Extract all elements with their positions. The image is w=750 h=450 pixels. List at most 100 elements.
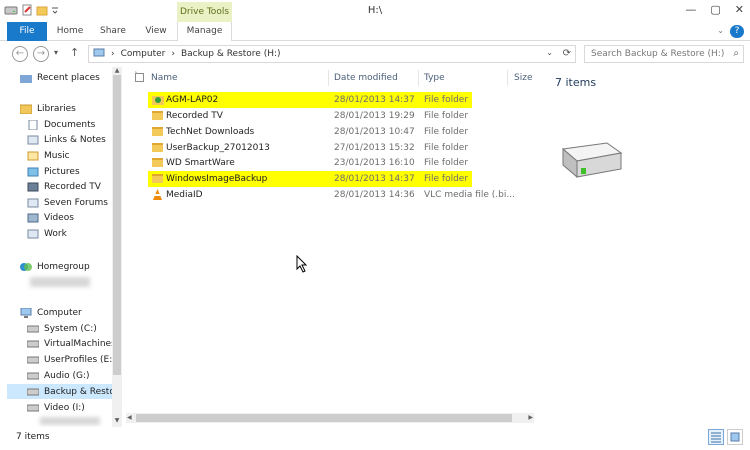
minimize-button[interactable]: — [685, 3, 696, 16]
column-date-modified[interactable]: Date modified [334, 73, 398, 83]
folder-icon [152, 127, 163, 136]
nav-item-work[interactable]: Work [27, 226, 122, 241]
column-divider[interactable] [507, 70, 508, 86]
scroll-right-icon[interactable]: ▶ [528, 414, 533, 421]
large-icons-view-button[interactable] [727, 429, 743, 445]
nav-item-video-i[interactable]: Video (I:) [26, 400, 122, 415]
nav-item-backup-restore[interactable]: Backup & Restor [7, 384, 119, 399]
nav-item-pictures[interactable]: Pictures [27, 164, 122, 179]
scrollbar-thumb[interactable] [113, 75, 121, 375]
file-date: 28/01/2013 14:37 [334, 174, 415, 184]
nav-item-label: Videos [44, 212, 74, 223]
nav-item-libraries[interactable]: Libraries [19, 101, 122, 116]
address-bar[interactable]: › Computer › Backup & Restore (H:) ⌄ ⟳ [88, 45, 576, 63]
nav-item-label: System (C:) [44, 323, 97, 334]
computer-icon [93, 48, 105, 61]
scroll-down-icon[interactable]: ▼ [112, 417, 122, 424]
blurred-item [40, 417, 100, 425]
folder-icon [152, 158, 163, 167]
nav-item-system-c[interactable]: System (C:) [26, 321, 122, 336]
refresh-icon[interactable]: ⟳ [563, 48, 571, 59]
blurred-user [30, 277, 90, 287]
back-button[interactable]: ← [12, 46, 28, 62]
file-date: 28/01/2013 19:29 [334, 111, 415, 121]
nav-item-userprofiles-e[interactable]: UserProfiles (E:) [26, 352, 122, 367]
horizontal-scrollbar[interactable]: ◀ ▶ [126, 413, 534, 423]
nav-item-music[interactable]: Music [27, 148, 122, 163]
nav-item-videos[interactable]: Videos [27, 210, 122, 225]
forward-button[interactable]: → [33, 46, 49, 62]
window-title: H:\ [367, 5, 383, 16]
file-date: 28/01/2013 14:37 [334, 95, 415, 105]
nav-item-label: Recorded TV [44, 181, 101, 192]
nav-item-computer[interactable]: Computer [20, 305, 122, 320]
table-row[interactable]: WD SmartWare 23/01/2013 16:10 File folde… [148, 155, 472, 171]
nav-item-recent-places[interactable]: Recent places [20, 70, 122, 85]
drive-icon [26, 371, 40, 381]
mouse-cursor-icon [296, 254, 308, 276]
navigation-bar: ← → ▾ ↑ › Computer › Backup & Restore (H… [0, 42, 750, 66]
pictures-icon [27, 167, 39, 177]
search-icon[interactable]: ⌕ [733, 46, 739, 62]
nav-item-label: Libraries [37, 103, 76, 114]
table-row[interactable]: Recorded TV 28/01/2013 19:29 File folder [148, 108, 472, 124]
nav-item-recorded-tv[interactable]: Recorded TV [27, 179, 122, 194]
recorded-tv-icon [27, 182, 39, 192]
column-divider[interactable] [328, 70, 329, 86]
address-dropdown-icon[interactable]: ⌄ [546, 48, 553, 57]
backup-folder-icon [152, 94, 164, 109]
close-button[interactable]: ✕ [735, 3, 744, 16]
tab-manage[interactable]: Manage [177, 22, 232, 41]
scrollbar-thumb[interactable] [136, 414, 512, 422]
up-button[interactable]: ↑ [70, 46, 79, 59]
nav-item-documents[interactable]: Documents [27, 117, 122, 132]
scroll-left-icon[interactable]: ◀ [127, 414, 132, 421]
column-type[interactable]: Type [424, 73, 445, 83]
file-type: File folder [424, 174, 469, 184]
nav-item-links-notes[interactable]: Links & Notes [27, 132, 122, 147]
library-icon [27, 135, 39, 145]
nav-pane-scrollbar[interactable]: ▲ ▼ [112, 67, 122, 427]
computer-icon [20, 307, 32, 318]
details-view-button[interactable] [708, 429, 724, 445]
drive-icon [26, 403, 40, 413]
breadcrumb-separator: › [171, 49, 175, 59]
file-name: UserBackup_27012013 [166, 143, 270, 153]
column-divider[interactable] [418, 70, 419, 86]
drive-icon [26, 355, 40, 365]
search-input[interactable]: Search Backup & Restore (H:) ⌕ [584, 45, 744, 63]
nav-item-virtualmachines[interactable]: VirtualMachines [26, 336, 122, 351]
expand-ribbon-icon[interactable]: ⌄ [717, 26, 724, 35]
nav-item-audio-g[interactable]: Audio (G:) [26, 368, 122, 383]
file-type: File folder [424, 95, 469, 105]
nav-item-homegroup[interactable]: Homegroup [20, 259, 122, 274]
table-row[interactable]: AGM-LAP02 28/01/2013 14:37 File folder [148, 92, 472, 108]
status-item-count: 7 items [16, 432, 50, 442]
table-row[interactable]: UserBackup_27012013 27/01/2013 15:32 Fil… [148, 140, 472, 156]
breadcrumb-computer[interactable]: Computer [121, 49, 166, 59]
folder-icon [152, 174, 163, 183]
column-name[interactable]: Name [151, 73, 178, 83]
scroll-up-icon[interactable]: ▲ [112, 67, 122, 74]
folder-icon [152, 143, 163, 152]
maximize-button[interactable]: ▢ [710, 3, 720, 16]
library-icon [27, 198, 39, 208]
column-size[interactable]: Size [514, 73, 532, 83]
nav-item-seven-forums[interactable]: Seven Forums [27, 195, 122, 210]
select-all-checkbox[interactable] [135, 73, 144, 82]
table-row[interactable]: TechNet Downloads 28/01/2013 10:47 File … [148, 124, 472, 140]
tab-file[interactable]: File [7, 22, 47, 41]
nav-item-label: Audio (G:) [44, 370, 90, 381]
table-row[interactable]: WindowsImageBackup 28/01/2013 14:37 File… [148, 171, 472, 187]
help-button[interactable]: ? [730, 25, 744, 38]
breadcrumb-backup-restore[interactable]: Backup & Restore (H:) [181, 49, 281, 59]
tab-share[interactable]: Share [98, 22, 128, 41]
file-name: WindowsImageBackup [166, 174, 268, 184]
documents-icon [27, 119, 39, 130]
tab-home[interactable]: Home [55, 22, 85, 41]
search-placeholder: Search Backup & Restore (H:) [591, 49, 725, 59]
nav-item-label: Homegroup [37, 261, 90, 272]
recent-locations-button[interactable]: ▾ [54, 48, 58, 57]
table-row[interactable]: MediaID 28/01/2013 14:36 VLC media file … [148, 187, 515, 203]
tab-view[interactable]: View [142, 22, 170, 41]
